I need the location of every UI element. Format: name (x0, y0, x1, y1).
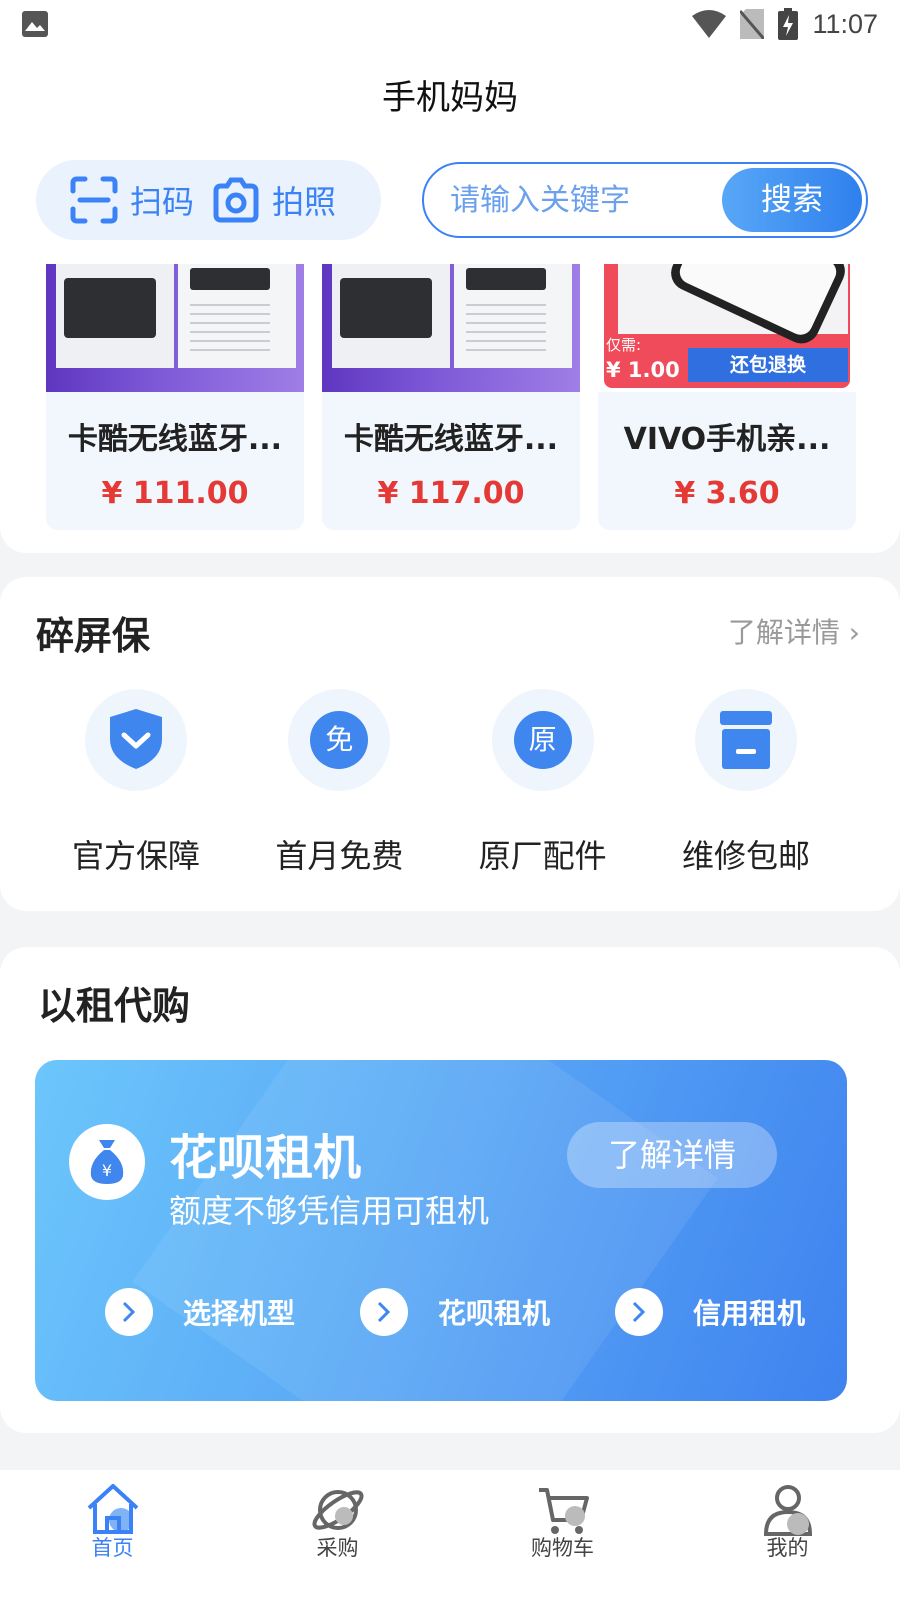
section-title: 以租代购 (38, 984, 191, 1028)
home-icon (87, 1484, 138, 1534)
product-badge-ribbon: 还包退换 (688, 348, 848, 382)
page-title: 手机妈妈 (382, 78, 518, 118)
product-name: VIVO手机亲... (623, 422, 831, 457)
nav-label: 购物车 (531, 1536, 594, 1560)
section-title: 碎屏保 (36, 614, 151, 658)
photo-label: 拍照 (272, 183, 337, 221)
search-button[interactable]: 搜索 (722, 168, 862, 232)
product-price: ¥ 3.60 (674, 476, 780, 511)
step-label: 花呗租机 (437, 1297, 550, 1330)
scan-icon (70, 176, 118, 224)
feature-list: 官方保障 免 首月免费 原 原厂配件 维修包邮 (36, 689, 846, 877)
product-price: ¥ 117.00 (377, 476, 525, 511)
bottom-nav: 首页 采购 购物车 我的 (0, 1470, 900, 1600)
search-bar: 搜索 (422, 162, 868, 238)
user-icon (763, 1485, 812, 1536)
product-card[interactable]: 仅需: ¥ 1.00 还包退换 VIVO手机亲... ¥ 3.60 (598, 264, 856, 530)
screen-protect-card: 碎屏保 了解详情 › 官方保障 免 首月免费 原 原厂配件 维修包邮 (0, 577, 900, 911)
product-image (46, 264, 304, 392)
feature-item[interactable]: 原 原厂配件 (443, 689, 643, 877)
product-image: 仅需: ¥ 1.00 还包退换 (598, 264, 856, 392)
rent-step[interactable]: 信用租机 (614, 1288, 805, 1336)
chevron-right-icon (105, 1288, 153, 1336)
search-input[interactable] (450, 178, 720, 222)
box-icon (719, 711, 772, 769)
nav-label: 我的 (766, 1536, 809, 1560)
app-header: 手机妈妈 (0, 50, 900, 140)
scan-button[interactable]: 扫码 (70, 176, 194, 224)
rent-step[interactable]: 花呗租机 (359, 1288, 550, 1336)
no-sim-icon (740, 9, 765, 39)
nav-label: 首页 (91, 1536, 134, 1560)
feature-label: 维修包邮 (681, 837, 810, 875)
search-products-card: 扫码 拍照 搜索 卡酷无线蓝牙... ¥ 111.00 卡酷无线蓝牙.. (0, 140, 900, 553)
product-badge-need: 仅需: (606, 336, 642, 354)
product-card[interactable]: 卡酷无线蓝牙... ¥ 111.00 (46, 264, 304, 530)
nav-item-mine[interactable]: 我的 (675, 1470, 900, 1600)
nav-label: 采购 (316, 1536, 359, 1560)
product-name: 卡酷无线蓝牙... (343, 422, 559, 457)
chevron-right-icon (614, 1288, 663, 1336)
banner-subtitle: 额度不够凭信用可租机 (169, 1192, 490, 1230)
planet-icon (311, 1490, 364, 1530)
product-name: 卡酷无线蓝牙... (67, 422, 283, 457)
camera-icon (213, 177, 259, 223)
svg-text:¥: ¥ (102, 1161, 112, 1180)
free-badge-icon: 免 (310, 711, 369, 769)
wifi-icon (692, 10, 727, 38)
feature-item[interactable]: 官方保障 (36, 689, 236, 877)
product-card[interactable]: 卡酷无线蓝牙... ¥ 117.00 (322, 264, 580, 530)
nav-item-cart[interactable]: 购物车 (450, 1470, 675, 1600)
rent-step[interactable]: 选择机型 (105, 1288, 295, 1336)
money-bag-icon: ¥ (69, 1124, 145, 1200)
product-price: ¥ 111.00 (101, 476, 249, 511)
product-badge-price: ¥ 1.00 (606, 358, 680, 382)
scan-label: 扫码 (130, 183, 195, 221)
rent-steps: 选择机型 花呗租机 信用租机 (105, 1288, 805, 1336)
chevron-right-icon (359, 1288, 408, 1336)
shield-check-icon (110, 709, 162, 769)
more-details-link[interactable]: 了解详情 › (728, 611, 860, 651)
product-list: 卡酷无线蓝牙... ¥ 111.00 卡酷无线蓝牙... ¥ 117.00 仅需… (46, 264, 858, 530)
photo-button[interactable]: 拍照 (212, 177, 336, 223)
nav-item-purchase[interactable]: 采购 (225, 1470, 450, 1600)
cart-icon (538, 1488, 589, 1534)
step-label: 信用租机 (692, 1297, 805, 1330)
banner-title: 花呗租机 (169, 1130, 362, 1186)
nav-item-home[interactable]: 首页 (0, 1470, 225, 1600)
battery-charging-icon (778, 8, 799, 40)
scan-photo-group: 扫码 拍照 (36, 160, 381, 240)
rent-to-own-card: 以租代购 ¥ 花呗租机 额度不够凭信用可租机 了解详情 选择机型 花呗租机 信用… (0, 947, 900, 1433)
huabei-rent-banner[interactable]: ¥ 花呗租机 额度不够凭信用可租机 了解详情 选择机型 花呗租机 信用租机 (35, 1060, 847, 1401)
gallery-icon (22, 11, 48, 37)
product-image (322, 264, 580, 392)
feature-label: 原厂配件 (478, 837, 607, 875)
feature-label: 官方保障 (71, 837, 200, 875)
banner-details-button[interactable]: 了解详情 (567, 1122, 777, 1188)
feature-label: 首月免费 (275, 837, 404, 875)
status-bar: 11:07 (0, 0, 900, 50)
feature-item[interactable]: 维修包邮 (646, 689, 846, 877)
step-label: 选择机型 (183, 1297, 296, 1330)
original-badge-icon: 原 (513, 711, 572, 769)
status-time: 11:07 (812, 8, 878, 39)
feature-item[interactable]: 免 首月免费 (239, 689, 439, 877)
